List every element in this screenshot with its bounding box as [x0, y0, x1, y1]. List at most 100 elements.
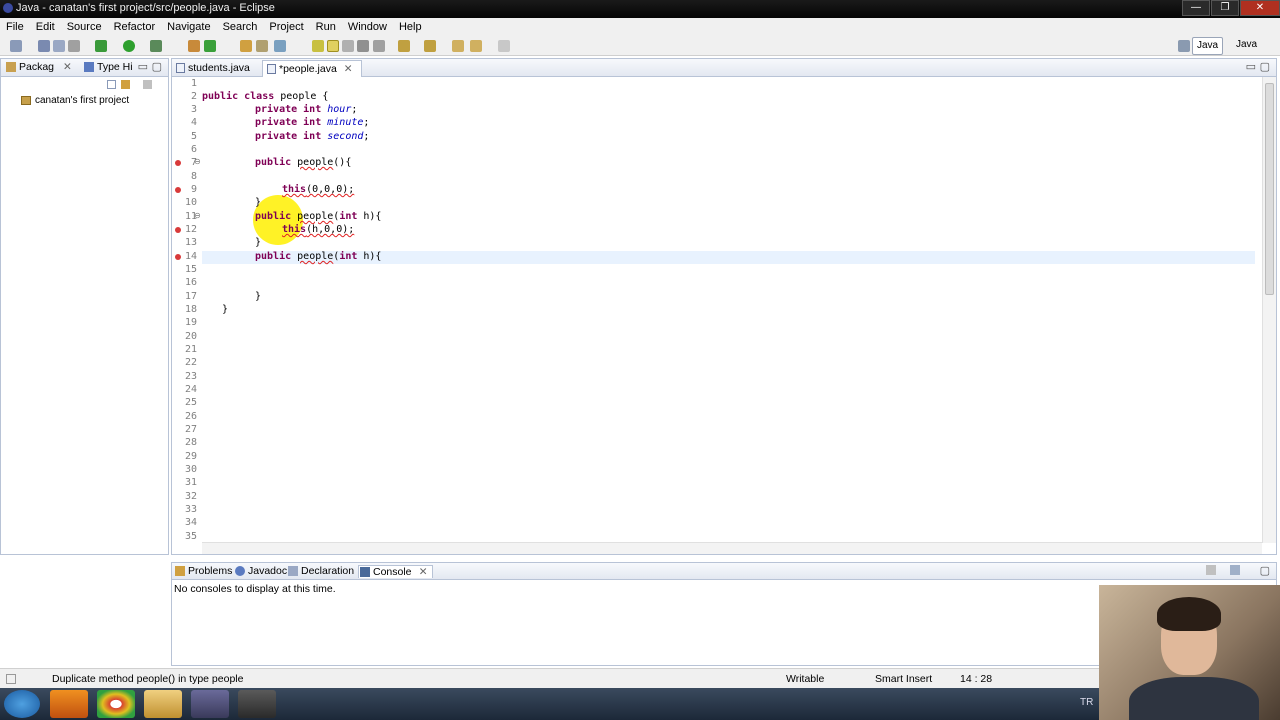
- code-line[interactable]: public people(int h){: [255, 251, 381, 262]
- tab-package-explorer[interactable]: Packag ✕: [3, 61, 72, 73]
- start-button[interactable]: [4, 690, 40, 718]
- maximize-view-icon[interactable]: ▢: [152, 60, 162, 73]
- close-button[interactable]: ✕: [1240, 0, 1280, 16]
- close-icon[interactable]: ✕: [419, 566, 428, 578]
- run-icon[interactable]: [123, 40, 135, 52]
- menu-source[interactable]: Source: [61, 21, 108, 33]
- explorer-icon[interactable]: [144, 690, 182, 718]
- tab-people-java[interactable]: *people.java ✕: [262, 60, 362, 77]
- toggle-highlight-icon[interactable]: [327, 40, 339, 52]
- error-marker-icon[interactable]: [175, 160, 181, 166]
- collapse-all-icon[interactable]: [107, 80, 116, 89]
- show-source-icon[interactable]: [373, 40, 385, 52]
- next-annotation-icon[interactable]: [398, 40, 410, 52]
- tab-students-java[interactable]: students.java: [172, 60, 258, 77]
- keyword: private int: [255, 131, 322, 142]
- code-line[interactable]: }: [255, 237, 261, 248]
- new-java-project-icon[interactable]: [188, 40, 200, 52]
- close-icon[interactable]: ✕: [344, 63, 353, 75]
- code-line[interactable]: this(0,0,0);: [282, 184, 354, 195]
- error-marker-icon[interactable]: [175, 187, 181, 193]
- open-type-icon[interactable]: [240, 40, 252, 52]
- editor-vertical-scrollbar[interactable]: [1262, 77, 1276, 543]
- search-icon[interactable]: [274, 40, 286, 52]
- window-title: Java - canatan's first project/src/peopl…: [16, 2, 275, 14]
- close-icon[interactable]: ✕: [63, 61, 72, 73]
- menu-run[interactable]: Run: [310, 21, 342, 33]
- code-text: h){: [357, 251, 382, 262]
- windows-taskbar: TR: [0, 688, 1280, 720]
- menu-edit[interactable]: Edit: [30, 21, 61, 33]
- menu-project[interactable]: Project: [263, 21, 309, 33]
- code-line[interactable]: private int hour;: [255, 104, 357, 115]
- back-icon[interactable]: [470, 40, 482, 52]
- new-package-icon[interactable]: [204, 40, 216, 52]
- fold-collapse-icon[interactable]: ⊖: [194, 211, 201, 220]
- editor-horizontal-scrollbar[interactable]: [202, 542, 1262, 554]
- save-all-icon[interactable]: [53, 40, 65, 52]
- tab-problems[interactable]: Problems: [174, 565, 232, 577]
- forward-icon[interactable]: [498, 40, 510, 52]
- menu-navigate[interactable]: Navigate: [161, 21, 216, 33]
- menu-file[interactable]: File: [0, 21, 30, 33]
- code-line[interactable]: public people(){: [255, 157, 351, 168]
- minimize-editor-icon[interactable]: ▭: [1246, 60, 1256, 73]
- debug-icon[interactable]: [95, 40, 107, 52]
- vlc-icon[interactable]: [50, 690, 88, 718]
- new-icon[interactable]: [10, 40, 22, 52]
- menu-refactor[interactable]: Refactor: [108, 21, 162, 33]
- code-line[interactable]: }: [255, 197, 261, 208]
- view-menu-icon[interactable]: [143, 80, 152, 89]
- tree-item-project[interactable]: canatan's first project: [21, 95, 129, 106]
- open-task-icon[interactable]: [256, 40, 268, 52]
- fold-collapse-icon[interactable]: ⊖: [194, 157, 201, 166]
- tab-console[interactable]: Console ✕: [358, 565, 433, 578]
- last-edit-icon[interactable]: [452, 40, 464, 52]
- open-console-icon[interactable]: [1230, 565, 1240, 575]
- minimize-button[interactable]: —: [1182, 0, 1210, 16]
- maximize-view-icon[interactable]: ▢: [1260, 564, 1270, 577]
- external-tools-icon[interactable]: [150, 40, 162, 52]
- menu-search[interactable]: Search: [217, 21, 264, 33]
- save-icon[interactable]: [38, 40, 50, 52]
- line-number: 20: [184, 331, 197, 342]
- recorder-icon[interactable]: [238, 690, 276, 718]
- line-number: 10: [184, 197, 197, 208]
- code-text: ;: [363, 117, 370, 128]
- fast-view-icon[interactable]: [6, 674, 16, 684]
- keyword: this: [282, 184, 307, 195]
- chrome-icon[interactable]: [97, 690, 135, 718]
- error-marker-icon[interactable]: [175, 227, 181, 233]
- code-line[interactable]: private int second;: [255, 131, 369, 142]
- code-line[interactable]: private int minute;: [255, 117, 369, 128]
- minimize-view-icon[interactable]: ▭: [138, 60, 148, 73]
- code-line[interactable]: }: [222, 304, 228, 315]
- maximize-button[interactable]: ❐: [1211, 0, 1239, 16]
- error-marker-icon[interactable]: [175, 254, 181, 260]
- print-icon[interactable]: [68, 40, 80, 52]
- display-console-icon[interactable]: [1206, 565, 1216, 575]
- code-line[interactable]: public people(int h){: [255, 211, 381, 222]
- line-number: 30: [184, 464, 197, 475]
- menu-help[interactable]: Help: [393, 21, 428, 33]
- block-select-icon[interactable]: [357, 40, 369, 52]
- code-line[interactable]: }: [255, 291, 261, 302]
- tab-javadoc[interactable]: Javadoc: [234, 565, 287, 577]
- open-perspective-icon[interactable]: [1178, 40, 1190, 52]
- link-editor-icon[interactable]: [121, 80, 130, 89]
- eclipse-taskbar-icon[interactable]: [191, 690, 229, 718]
- tab-declaration[interactable]: Declaration: [287, 565, 354, 577]
- tab-type-hierarchy[interactable]: Type Hi: [81, 61, 133, 73]
- code-line[interactable]: this(h,0,0);: [282, 224, 354, 235]
- previous-annotation-icon[interactable]: [424, 40, 436, 52]
- code-line[interactable]: public class people {: [202, 91, 328, 102]
- language-indicator[interactable]: TR: [1080, 697, 1093, 708]
- menu-window[interactable]: Window: [342, 21, 393, 33]
- perspective-java[interactable]: Java: [1192, 37, 1224, 55]
- scrollbar-thumb[interactable]: [1265, 83, 1274, 295]
- window-controls: — ❐ ✕: [1181, 0, 1280, 18]
- maximize-editor-icon[interactable]: ▢: [1260, 60, 1270, 73]
- toggle-mark-icon[interactable]: [312, 40, 324, 52]
- perspective-java-browsing[interactable]: Java: [1232, 37, 1261, 55]
- show-whitespace-icon[interactable]: [342, 40, 354, 52]
